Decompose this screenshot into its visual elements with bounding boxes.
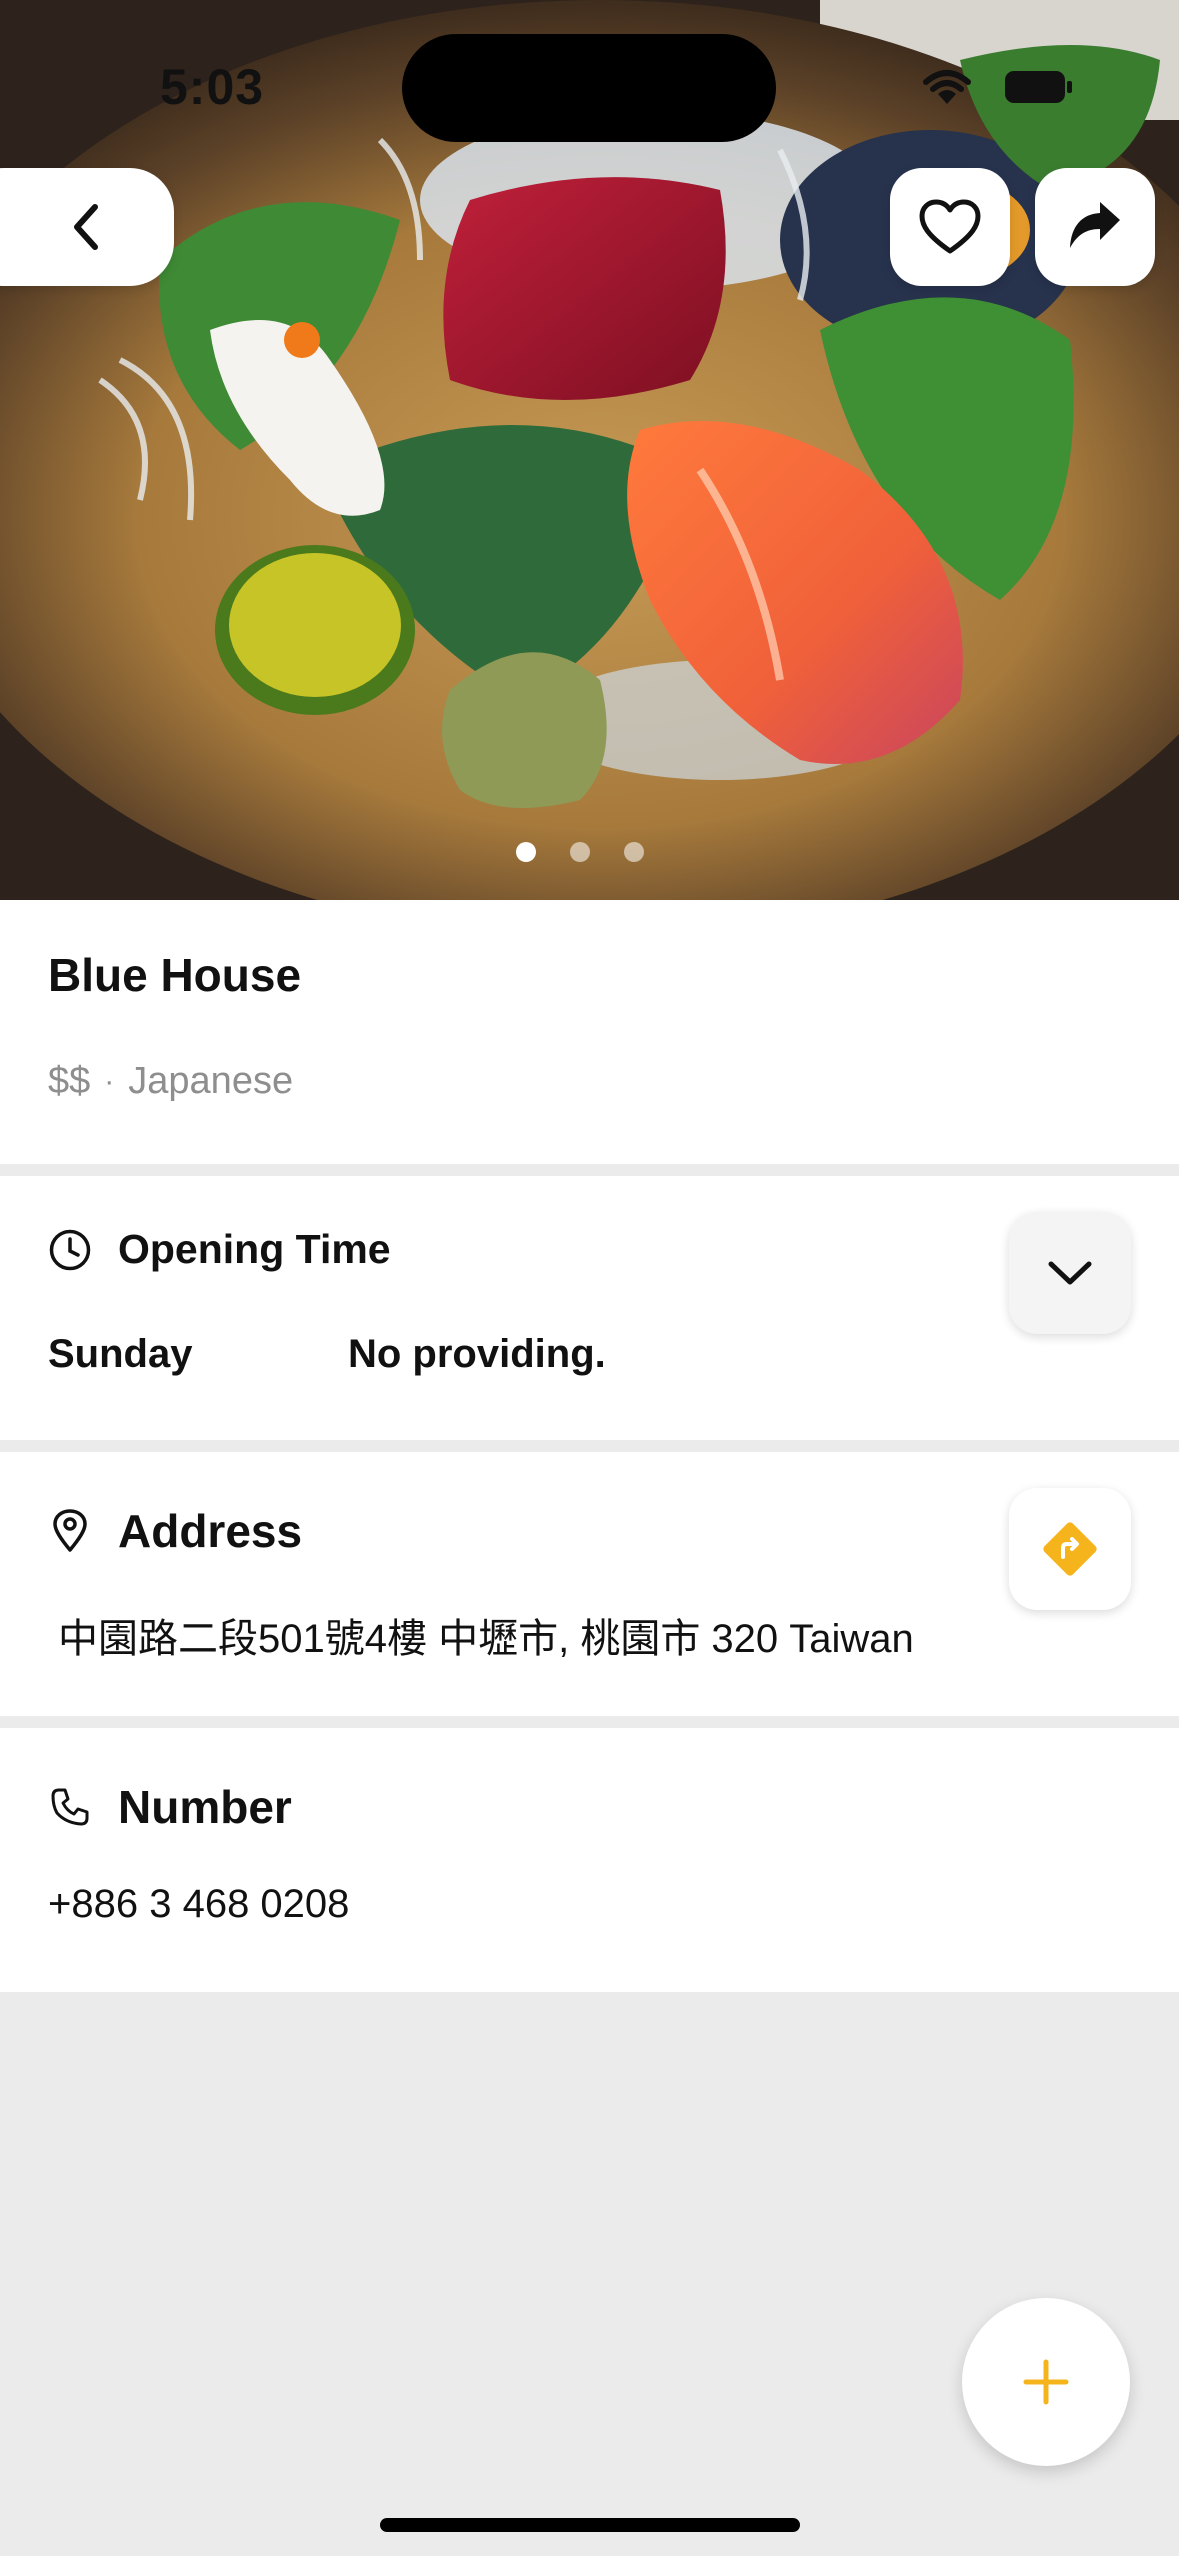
carousel-dot-1[interactable] [515,842,536,862]
cuisine-label: Japanese [128,1060,294,1102]
clock-icon [48,1228,92,1272]
hero-photo-carousel[interactable]: 5:03 [0,0,1179,900]
hours-day: Sunday [48,1332,193,1376]
phone-value[interactable]: +886 3 468 0208 [48,1882,349,1927]
carousel-dot-2[interactable] [569,842,590,862]
address-title: Address [118,1505,303,1557]
expand-hours-button[interactable] [1009,1212,1131,1334]
opening-time-card: Opening Time Sunday No providing. [0,1176,1179,1440]
add-button[interactable] [962,2298,1130,2466]
favorite-button[interactable] [890,168,1010,286]
place-info-card: Blue House $$ · Japanese [0,900,1179,1164]
directions-icon [1043,1522,1097,1576]
carousel-pagination[interactable] [0,842,1169,862]
chevron-down-icon [1048,1261,1092,1285]
directions-button[interactable] [1009,1488,1131,1610]
opening-time-title: Opening Time [118,1226,391,1272]
map-pin-icon [48,1509,92,1553]
heart-icon [919,199,981,254]
phone-header: Number [48,1780,292,1834]
back-button[interactable] [0,168,174,286]
wifi-icon [923,70,971,104]
status-time: 5:03 [160,59,265,115]
share-button[interactable] [1035,168,1155,286]
address-value[interactable]: 中園路二段501號4樓 中壢市, 桃園市 320 Taiwan [58,1606,914,1664]
opening-time-header: Opening Time [48,1226,391,1273]
phone-title: Number [118,1781,292,1833]
share-arrow-icon [1070,202,1120,248]
place-name: Blue House [48,949,302,1001]
meta-separator: · [104,1064,115,1098]
dynamic-island [402,34,776,142]
address-header: Address [48,1504,302,1558]
carousel-dot-3[interactable] [623,842,644,862]
hours-value: No providing. [348,1332,606,1376]
place-meta: $$ · Japanese [48,1060,293,1103]
phone-card: Number +886 3 468 0208 [0,1728,1179,1992]
address-card: Address 中園路二段501號4樓 中壢市, 桃園市 320 Taiwan [0,1452,1179,1716]
home-indicator[interactable] [380,2518,800,2532]
phone-icon [48,1785,92,1829]
battery-icon [1005,71,1072,103]
price-level: $$ [48,1060,91,1102]
plus-icon [1023,2359,1069,2405]
hours-row: Sunday No providing. [48,1332,606,1377]
chevron-left-icon [74,204,98,250]
